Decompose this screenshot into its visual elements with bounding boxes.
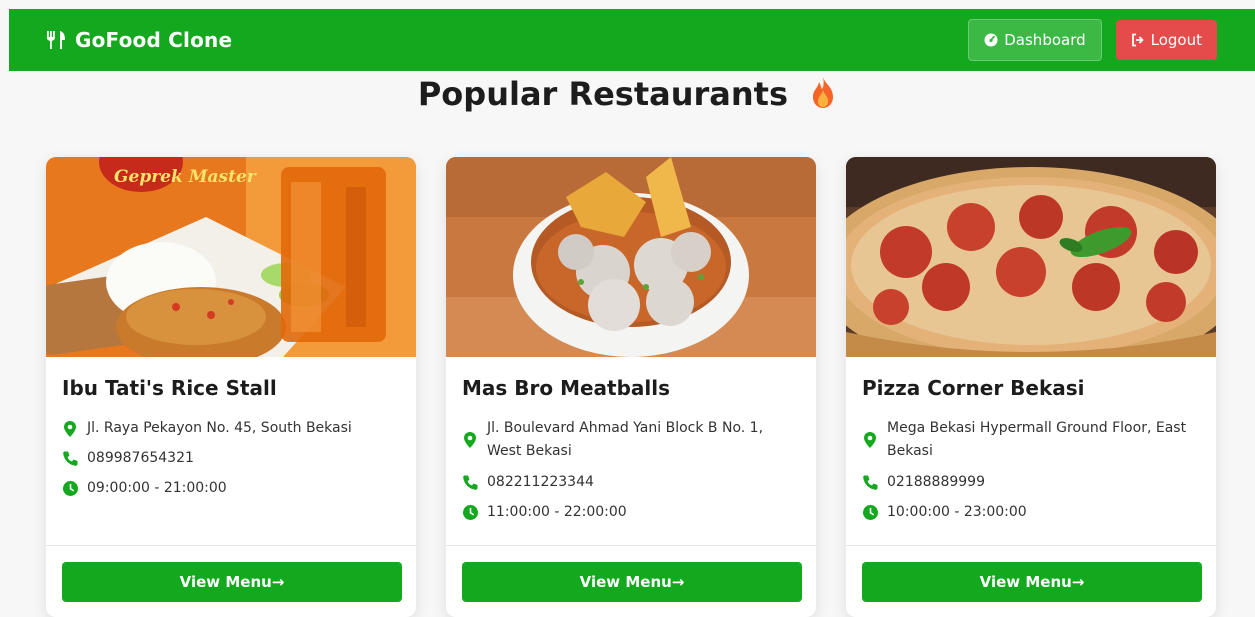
nav-actions: Dashboard Logout (968, 19, 1217, 61)
restaurant-address: Jl. Raya Pekayon No. 45, South Bekasi (62, 417, 392, 440)
restaurant-phone: 082211223344 (462, 471, 792, 494)
brand-name: GoFood Clone (75, 28, 233, 52)
restaurant-name: Pizza Corner Bekasi (862, 376, 1085, 400)
restaurant-address: Jl. Boulevard Ahmad Yani Block B No. 1, … (462, 417, 792, 463)
restaurant-phone: 089987654321 (62, 447, 392, 470)
restaurant-name: Ibu Tati's Rice Stall (62, 376, 277, 400)
restaurant-name: Mas Bro Meatballs (462, 376, 671, 400)
map-marker-icon (462, 429, 478, 452)
view-menu-button[interactable]: View Menu→ (62, 562, 402, 602)
restaurant-address: Mega Bekasi Hypermall Ground Floor, East… (862, 417, 1192, 463)
restaurant-phone: 02188889999 (862, 471, 1192, 494)
clock-icon (862, 501, 878, 524)
logout-label: Logout (1150, 31, 1202, 49)
photo-sign-text: Geprek Master (114, 167, 257, 187)
phone-text: 02188889999 (887, 474, 985, 490)
brand[interactable]: GoFood Clone (45, 28, 232, 52)
address-text: Jl. Raya Pekayon No. 45, South Bekasi (87, 420, 352, 436)
phone-text: 089987654321 (87, 450, 194, 466)
address-text: Mega Bekasi Hypermall Ground Floor, East… (887, 420, 1187, 459)
phone-text: 082211223344 (487, 474, 594, 490)
page-title: Popular Restaurants (0, 75, 1255, 113)
view-menu-button[interactable]: View Menu→ (862, 562, 1202, 602)
restaurant-hours: 11:00:00 - 22:00:00 (462, 501, 792, 524)
restaurant-card: Geprek Master Ibu Tati's Rice Stall Jl. … (46, 157, 416, 617)
gauge-icon (984, 33, 998, 47)
phone-icon (62, 447, 78, 470)
hours-text: 11:00:00 - 22:00:00 (487, 504, 627, 520)
utensils-icon (47, 31, 65, 49)
card-divider (846, 545, 1216, 546)
restaurant-photo: Geprek Master (46, 157, 416, 357)
clock-icon (62, 477, 78, 500)
card-divider (46, 545, 416, 546)
card-divider (446, 545, 816, 546)
logout-button[interactable]: Logout (1115, 20, 1217, 60)
fire-icon (813, 77, 834, 108)
dashboard-label: Dashboard (1004, 31, 1086, 49)
dashboard-button[interactable]: Dashboard (968, 19, 1102, 61)
map-marker-icon (62, 417, 78, 440)
clock-icon (462, 501, 478, 524)
map-marker-icon (862, 429, 878, 452)
restaurant-card: Pizza Corner Bekasi Mega Bekasi Hypermal… (846, 157, 1216, 617)
hours-text: 10:00:00 - 23:00:00 (887, 504, 1027, 520)
view-menu-button[interactable]: View Menu→ (462, 562, 802, 602)
restaurant-hours: 09:00:00 - 21:00:00 (62, 477, 392, 500)
restaurant-card: Mas Bro Meatballs Jl. Boulevard Ahmad Ya… (446, 157, 816, 617)
hours-text: 09:00:00 - 21:00:00 (87, 480, 227, 496)
phone-icon (462, 471, 478, 494)
page-title-text: Popular Restaurants (417, 75, 789, 113)
phone-icon (862, 471, 878, 494)
sign-out-icon (1131, 33, 1144, 47)
restaurant-photo (846, 157, 1216, 357)
restaurant-photo (446, 157, 816, 357)
address-text: Jl. Boulevard Ahmad Yani Block B No. 1, … (487, 420, 764, 459)
restaurant-hours: 10:00:00 - 23:00:00 (862, 501, 1192, 524)
navbar: GoFood Clone Dashboard Logout (9, 9, 1255, 71)
